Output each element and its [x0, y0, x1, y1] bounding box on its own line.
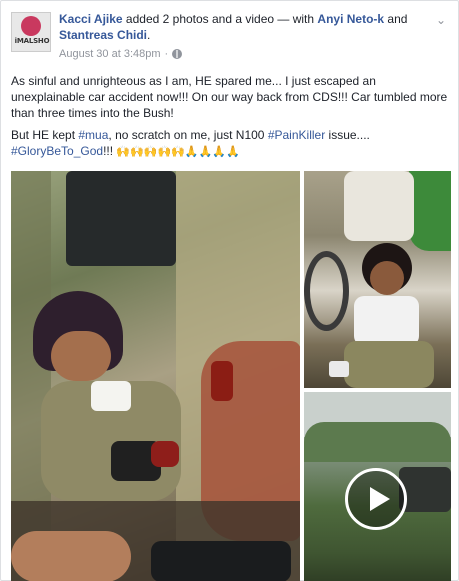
avatar[interactable]: iMALSHO [11, 12, 51, 52]
tagged-user-link-1[interactable]: Anyi Neto-k [317, 12, 384, 26]
timestamp-link[interactable]: August 30 at 3:48pm [59, 48, 161, 60]
accident-video[interactable] [304, 392, 451, 581]
post-header: iMALSHO Kacci Ajike added 2 photos and a… [11, 11, 451, 61]
play-icon[interactable] [345, 468, 407, 530]
hashtag-painkiller[interactable]: #PainKiller [268, 128, 325, 142]
post-meta: August 30 at 3:48pm · [59, 48, 183, 60]
p2-text-2: , no scratch on me, just N100 [108, 128, 268, 142]
meta-separator: · [164, 48, 169, 60]
avatar-logo-icon [21, 16, 41, 36]
emoji-row: 🙌🙌🙌🙌🙌🙏🙏🙏🙏 [116, 145, 240, 158]
p2-text-1: But HE kept [11, 128, 79, 142]
p2-text-4: !!! [103, 144, 117, 158]
media-grid [11, 171, 451, 581]
and-text: and [384, 12, 408, 26]
tagged-user-link-2[interactable]: Stantreas Chidi [59, 28, 147, 42]
accident-photo-1[interactable] [11, 171, 300, 581]
post-card: iMALSHO Kacci Ajike added 2 photos and a… [0, 0, 459, 581]
post-paragraph-1: As sinful and unrighteous as I am, HE sp… [11, 74, 448, 120]
chevron-down-icon[interactable]: ⌄ [433, 13, 449, 27]
hashtag-mua[interactable]: #mua [78, 128, 108, 142]
post-body: As sinful and unrighteous as I am, HE sp… [11, 73, 451, 166]
post-header-text: Kacci Ajike added 2 photos and a video —… [59, 11, 451, 43]
avatar-logo-text: iMALSHO [14, 37, 50, 45]
hashtag-glorybetogod[interactable]: #GloryBeTo_God [11, 144, 103, 158]
globe-icon [172, 49, 183, 59]
p2-text-3: issue.... [325, 128, 370, 142]
period-text: . [147, 28, 151, 42]
accident-photo-2[interactable] [304, 171, 451, 388]
post-paragraph-2: But HE kept #mua, no scratch on me, just… [11, 127, 451, 160]
author-link[interactable]: Kacci Ajike [59, 12, 123, 26]
action-text: added 2 photos and a video — with [122, 12, 318, 26]
